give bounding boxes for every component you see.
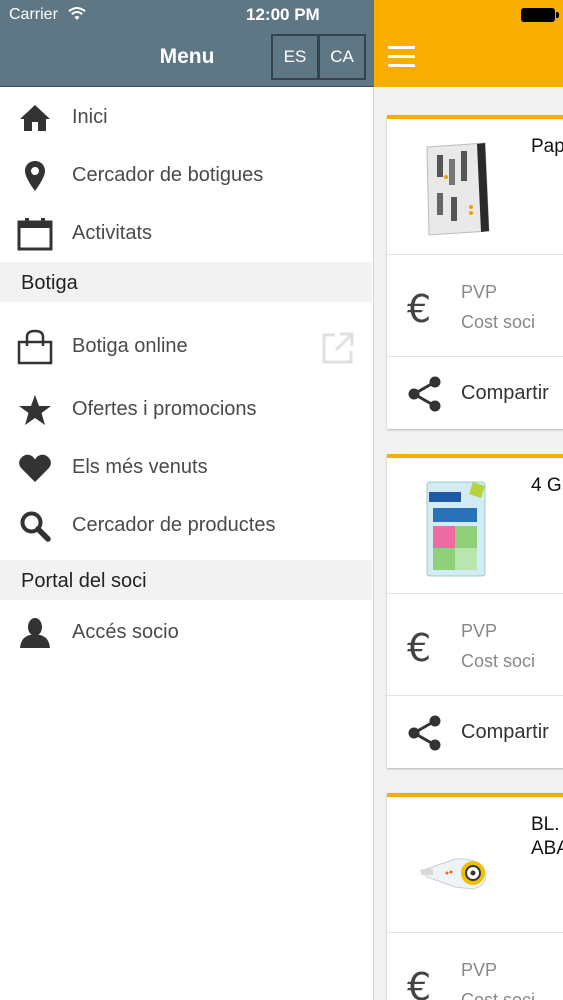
menu-item-cercador-productes[interactable]: Cercador de productes xyxy=(0,496,372,554)
menu-item-cercador-botigues[interactable]: Cercador de botigues xyxy=(0,146,372,204)
menu-item-label: Botiga online xyxy=(72,335,188,357)
product-price-row: € PVP Cost soci xyxy=(387,255,563,357)
battery-icon xyxy=(521,8,559,22)
share-button[interactable]: Compartir xyxy=(387,357,563,429)
product-title-line: BL. xyxy=(531,814,560,835)
external-link-icon xyxy=(322,332,354,364)
section-header-botiga: Botiga xyxy=(0,262,372,302)
menu-item-activitats[interactable]: Activitats xyxy=(0,204,372,262)
cost-soci-label: Cost soci xyxy=(461,651,536,671)
menu-item-label: Els més venuts xyxy=(72,456,208,478)
language-ca-button[interactable]: CA xyxy=(318,34,366,80)
pvp-label: PVP xyxy=(461,621,498,641)
euro-icon: € xyxy=(407,287,432,331)
share-icon xyxy=(408,715,441,751)
heart-icon xyxy=(16,451,54,485)
section-title: Botiga xyxy=(21,272,78,294)
section-header-portal-soci: Portal del soci xyxy=(0,560,372,600)
share-button[interactable]: Compartir xyxy=(387,696,563,768)
product-header: 4 G xyxy=(387,458,563,594)
calendar-icon xyxy=(16,217,54,251)
hamburger-menu-icon[interactable] xyxy=(388,46,415,68)
carrier-label: Carrier xyxy=(9,6,58,23)
pvp-label: PVP xyxy=(461,282,498,302)
menu-item-ofertes[interactable]: Ofertes i promocions xyxy=(0,380,372,438)
product-image-paper-ream xyxy=(426,142,490,236)
status-bar-left: Carrier 12:00 PM xyxy=(0,0,374,30)
star-icon xyxy=(16,393,54,427)
share-label: Compartir xyxy=(461,382,549,404)
menu-item-inici[interactable]: Inici xyxy=(0,88,372,146)
menu-item-label: Inici xyxy=(72,106,108,128)
product-title: 4 G xyxy=(531,475,562,496)
euro-icon: € xyxy=(407,626,432,670)
navigation-drawer: Inici Cercador de botigues Activitats Bo… xyxy=(0,88,374,1000)
product-title-line: ABA xyxy=(531,838,563,859)
shopping-bag-icon xyxy=(16,329,54,365)
app-bar xyxy=(374,30,563,87)
product-header: BL. ABA xyxy=(387,797,563,933)
menu-item-label: Cercador de productes xyxy=(72,514,276,536)
menu-item-mes-venuts[interactable]: Els més venuts xyxy=(0,438,372,496)
product-list: Pap € PVP Cost soci Compartir 4 G € PVP … xyxy=(374,87,563,1000)
menu-item-label: Accés socio xyxy=(72,621,179,643)
menu-item-botiga-online[interactable]: Botiga online xyxy=(0,317,372,375)
menu-item-label: Cercador de botigues xyxy=(72,164,264,186)
pvp-label: PVP xyxy=(461,960,498,980)
language-es-button[interactable]: ES xyxy=(271,34,319,80)
product-price-row: € PVP Cost soci xyxy=(387,594,563,696)
drawer-header: Menu ES CA xyxy=(0,30,374,87)
user-icon xyxy=(16,616,54,650)
product-price-row: € PVP Cost soci xyxy=(387,933,563,1000)
wifi-icon xyxy=(68,7,86,20)
menu-item-acces-socio[interactable]: Accés socio xyxy=(0,603,372,661)
product-image-erasers xyxy=(426,481,486,577)
home-icon xyxy=(16,101,54,135)
share-label: Compartir xyxy=(461,721,549,743)
product-header: Pap xyxy=(387,119,563,255)
product-title: BL. ABA xyxy=(531,813,563,861)
product-title: Pap xyxy=(531,136,563,157)
product-image-correction-tape xyxy=(420,858,487,890)
section-title: Portal del soci xyxy=(21,570,147,592)
status-time: 12:00 PM xyxy=(246,5,320,24)
menu-item-label: Activitats xyxy=(72,222,153,244)
cost-soci-label: Cost soci xyxy=(461,990,536,1000)
menu-item-label: Ofertes i promocions xyxy=(72,398,257,420)
map-pin-icon xyxy=(16,159,54,193)
euro-icon: € xyxy=(407,965,432,1000)
share-icon xyxy=(408,376,441,412)
product-card[interactable]: Pap € PVP Cost soci Compartir xyxy=(387,115,563,429)
product-card[interactable]: 4 G € PVP Cost soci Compartir xyxy=(387,454,563,768)
product-card[interactable]: BL. ABA € PVP Cost soci xyxy=(387,793,563,1000)
search-icon xyxy=(16,509,54,543)
cost-soci-label: Cost soci xyxy=(461,312,536,332)
